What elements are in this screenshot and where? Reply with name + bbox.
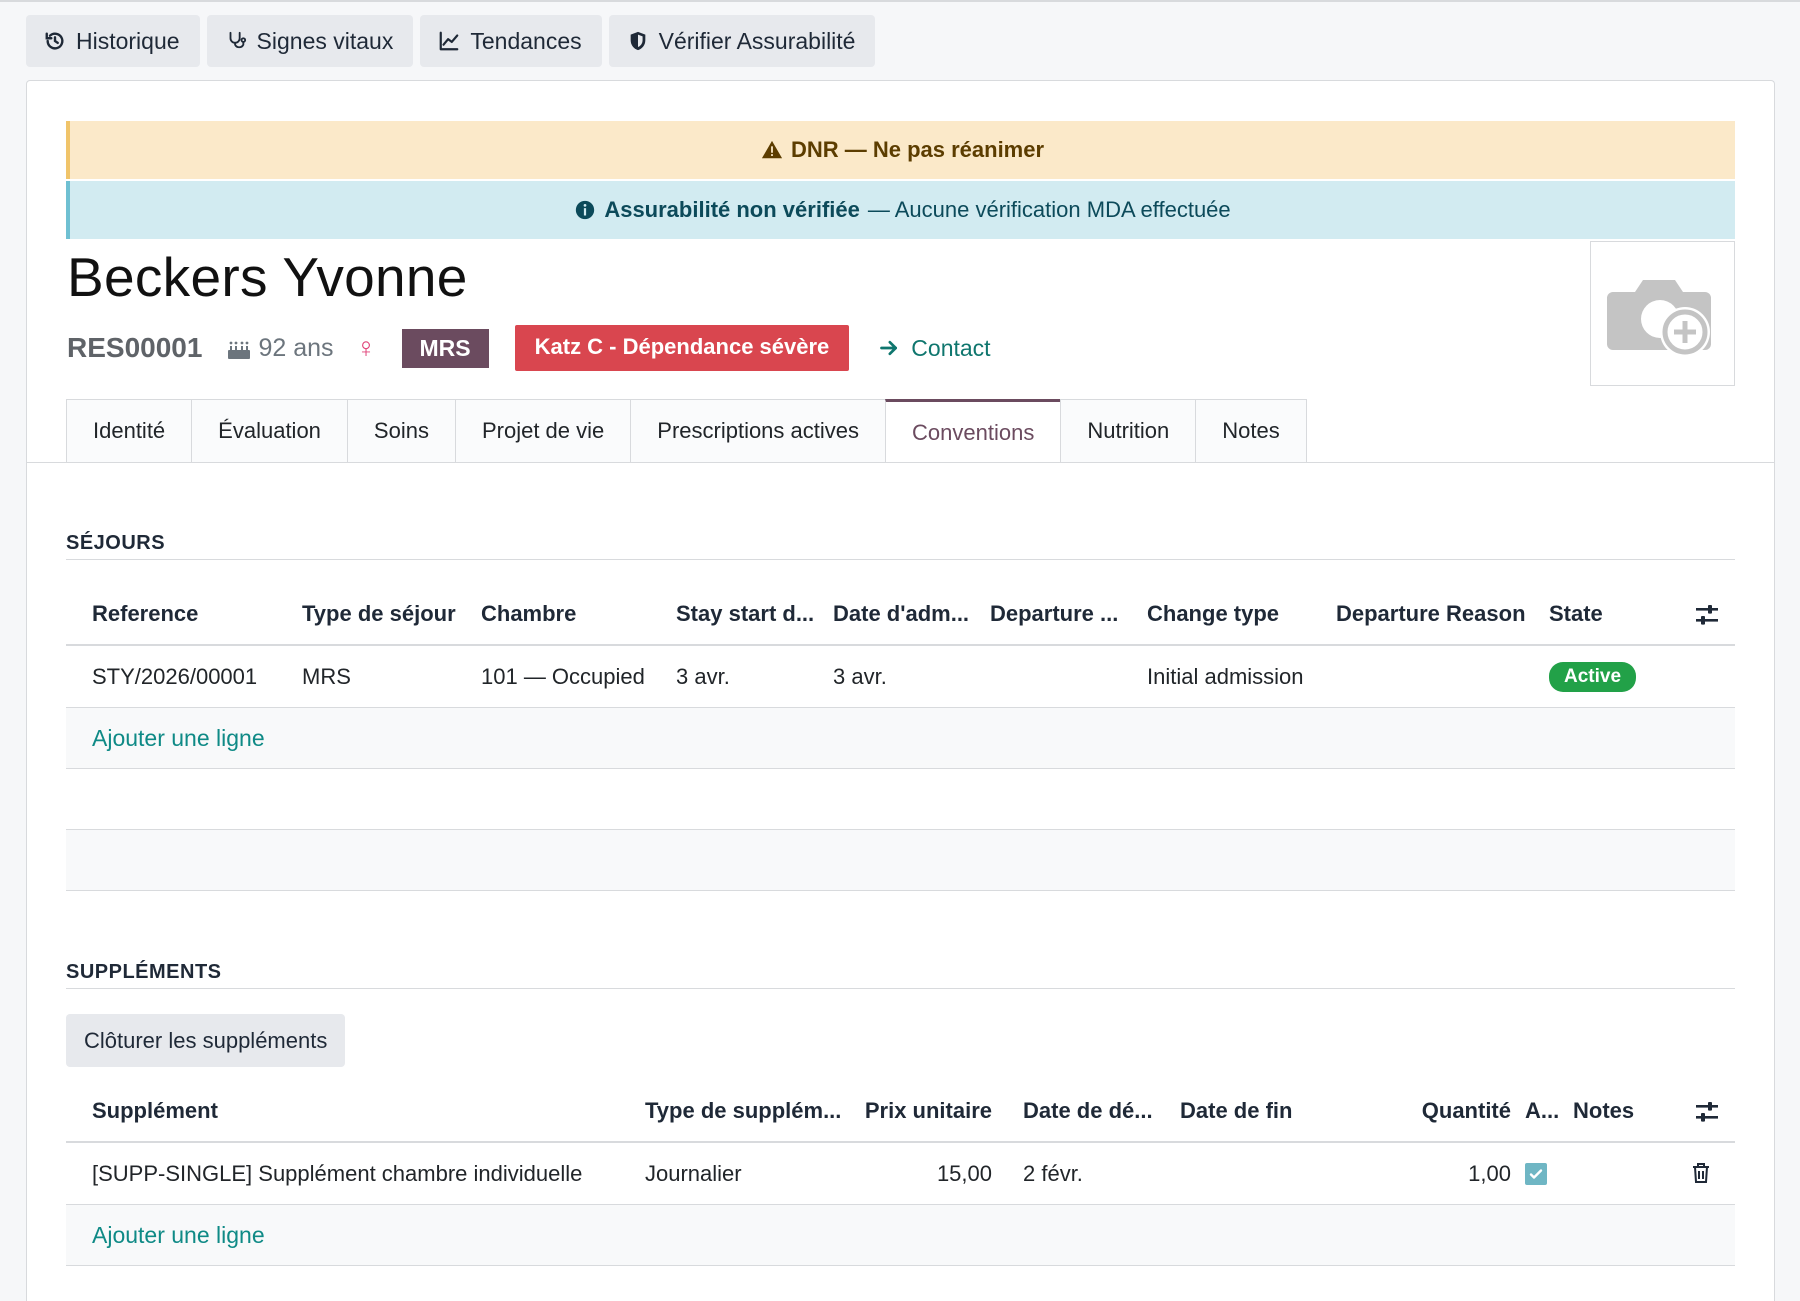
empty-row: [66, 830, 1735, 891]
col-type-sejour[interactable]: Type de séjour: [302, 584, 456, 644]
col-date-admission[interactable]: Date d'adm...: [833, 584, 969, 644]
katz-badge: Katz C - Dépendance sévère: [514, 325, 850, 371]
notebook-tabs: Identité Évaluation Soins Projet de vie …: [66, 399, 1307, 463]
female-icon: ♀: [355, 332, 377, 363]
tab-nutrition[interactable]: Nutrition: [1060, 399, 1197, 462]
stay-type-badge: MRS: [401, 328, 489, 368]
trends-label: Tendances: [470, 27, 582, 54]
avatar-upload[interactable]: [1590, 241, 1735, 386]
insurability-alert-detail: — Aucune vérification MDA effectuée: [867, 197, 1231, 222]
camera-plus-icon: [1607, 279, 1711, 357]
resident-name: Beckers Yvonne: [67, 246, 468, 308]
close-supplements-button[interactable]: Clôturer les suppléments: [66, 1014, 346, 1067]
col-prix-unitaire[interactable]: Prix unitaire: [822, 1081, 992, 1141]
info-icon: [576, 200, 595, 220]
history-icon: [45, 32, 64, 50]
col-state[interactable]: State: [1549, 584, 1603, 644]
insurability-alert-title: Assurabilité non vérifiée: [604, 197, 860, 222]
table-row[interactable]: STY/2026/00001 MRS 101 — Occupied 3 avr.…: [66, 646, 1735, 708]
col-active[interactable]: A...: [1525, 1081, 1559, 1141]
col-change-type[interactable]: Change type: [1147, 584, 1279, 644]
tab-notes[interactable]: Notes: [1195, 399, 1307, 462]
sejours-table-header: Reference Type de séjour Chambre Stay st…: [66, 584, 1735, 646]
cell-supplement: [SUPP-SINGLE] Supplément chambre individ…: [92, 1160, 583, 1186]
contact-link[interactable]: Contact: [879, 334, 991, 362]
cell-chambre: 101 — Occupied: [481, 663, 645, 689]
cell-reference: STY/2026/00001: [92, 663, 258, 689]
sejours-rule: [66, 559, 1735, 560]
column-settings-icon[interactable]: [1695, 604, 1719, 626]
supplements-add-line-row: Ajouter une ligne: [66, 1205, 1735, 1266]
verify-insurability-label: Vérifier Assurabilité: [658, 27, 856, 54]
arrow-right-icon: [880, 340, 898, 356]
vital-signs-button[interactable]: Signes vitaux: [206, 15, 414, 67]
dnr-alert: DNR — Ne pas réanimer: [66, 121, 1735, 179]
verify-insurability-button[interactable]: Vérifier Assurabilité: [608, 15, 876, 67]
resident-age-text: 92 ans: [258, 333, 334, 362]
cell-change-type: Initial admission: [1147, 663, 1304, 689]
tab-soins[interactable]: Soins: [346, 399, 456, 462]
stethoscope-icon: [229, 31, 246, 49]
cell-type-supplement: Journalier: [645, 1160, 742, 1186]
resident-age: 92 ans: [226, 333, 334, 363]
trends-button[interactable]: Tendances: [420, 15, 602, 67]
sejours-title: SÉJOURS: [66, 532, 166, 554]
col-date-debut[interactable]: Date de dé...: [1023, 1081, 1153, 1141]
check-icon: [1529, 1168, 1543, 1179]
col-notes[interactable]: Notes: [1573, 1081, 1634, 1141]
top-border: [0, 0, 1800, 2]
active-checkbox[interactable]: [1525, 1162, 1547, 1185]
history-label: Historique: [76, 27, 180, 54]
sejours-add-line-link[interactable]: Ajouter une ligne: [92, 708, 265, 768]
supplements-add-line-link[interactable]: Ajouter une ligne: [92, 1205, 265, 1265]
shield-icon: [630, 31, 645, 51]
col-reference[interactable]: Reference: [92, 584, 198, 644]
action-bar: Historique Signes vitaux Tendances Vérif…: [26, 15, 876, 67]
form-sheet: DNR — Ne pas réanimer Assurabilité non v…: [26, 80, 1775, 1301]
dnr-alert-text: DNR — Ne pas réanimer: [790, 137, 1045, 162]
supplements-title: SUPPLÉMENTS: [66, 961, 222, 983]
cell-type-sejour: MRS: [302, 663, 351, 689]
line-chart-icon: [440, 31, 459, 51]
empty-row: [66, 769, 1735, 830]
cell-prix-unitaire: 15,00: [936, 1160, 992, 1186]
history-button[interactable]: Historique: [26, 15, 200, 67]
col-stay-start[interactable]: Stay start d...: [676, 584, 814, 644]
tab-prescriptions-actives[interactable]: Prescriptions actives: [630, 399, 887, 462]
supplements-rule: [66, 988, 1735, 989]
tab-identite[interactable]: Identité: [66, 399, 193, 462]
tab-conventions[interactable]: Conventions: [885, 399, 1062, 463]
trash-icon[interactable]: [1691, 1162, 1711, 1184]
birthday-cake-icon: [228, 341, 251, 359]
status-badge: Active: [1549, 661, 1637, 692]
tabs-divider: [27, 462, 1774, 463]
col-departure[interactable]: Departure ...: [990, 584, 1118, 644]
supplements-table-header: Supplément Type de supplém... Prix unita…: [66, 1081, 1735, 1143]
cell-date-admission: 3 avr.: [833, 663, 887, 689]
col-type-supplement[interactable]: Type de supplém...: [645, 1081, 841, 1141]
insurability-alert: Assurabilité non vérifiée — Aucune vérif…: [66, 181, 1735, 239]
cell-active: [1525, 1143, 1547, 1204]
contact-label: Contact: [911, 334, 991, 361]
tab-projet-de-vie[interactable]: Projet de vie: [454, 399, 632, 462]
cell-date-debut: 2 févr.: [1023, 1160, 1083, 1186]
resident-meta: RES00001 92 ans ♀ MRS Katz C - Dépendanc…: [67, 325, 991, 371]
sejours-add-line-row: Ajouter une ligne: [66, 708, 1735, 769]
table-row[interactable]: [SUPP-SINGLE] Supplément chambre individ…: [66, 1143, 1735, 1205]
cell-stay-start: 3 avr.: [676, 663, 730, 689]
warning-icon: [761, 140, 783, 159]
cell-quantite: 1,00: [1468, 1160, 1511, 1186]
resident-reference: RES00001: [67, 332, 203, 363]
column-settings-icon[interactable]: [1695, 1101, 1719, 1123]
vital-signs-label: Signes vitaux: [256, 27, 394, 54]
col-date-fin[interactable]: Date de fin: [1180, 1081, 1292, 1141]
col-departure-reason[interactable]: Departure Reason: [1336, 584, 1526, 644]
col-supplement[interactable]: Supplément: [92, 1081, 218, 1141]
tab-evaluation[interactable]: Évaluation: [191, 399, 348, 462]
col-chambre[interactable]: Chambre: [481, 584, 576, 644]
cell-state: Active: [1549, 646, 1637, 707]
col-quantite[interactable]: Quantité: [1366, 1081, 1511, 1141]
